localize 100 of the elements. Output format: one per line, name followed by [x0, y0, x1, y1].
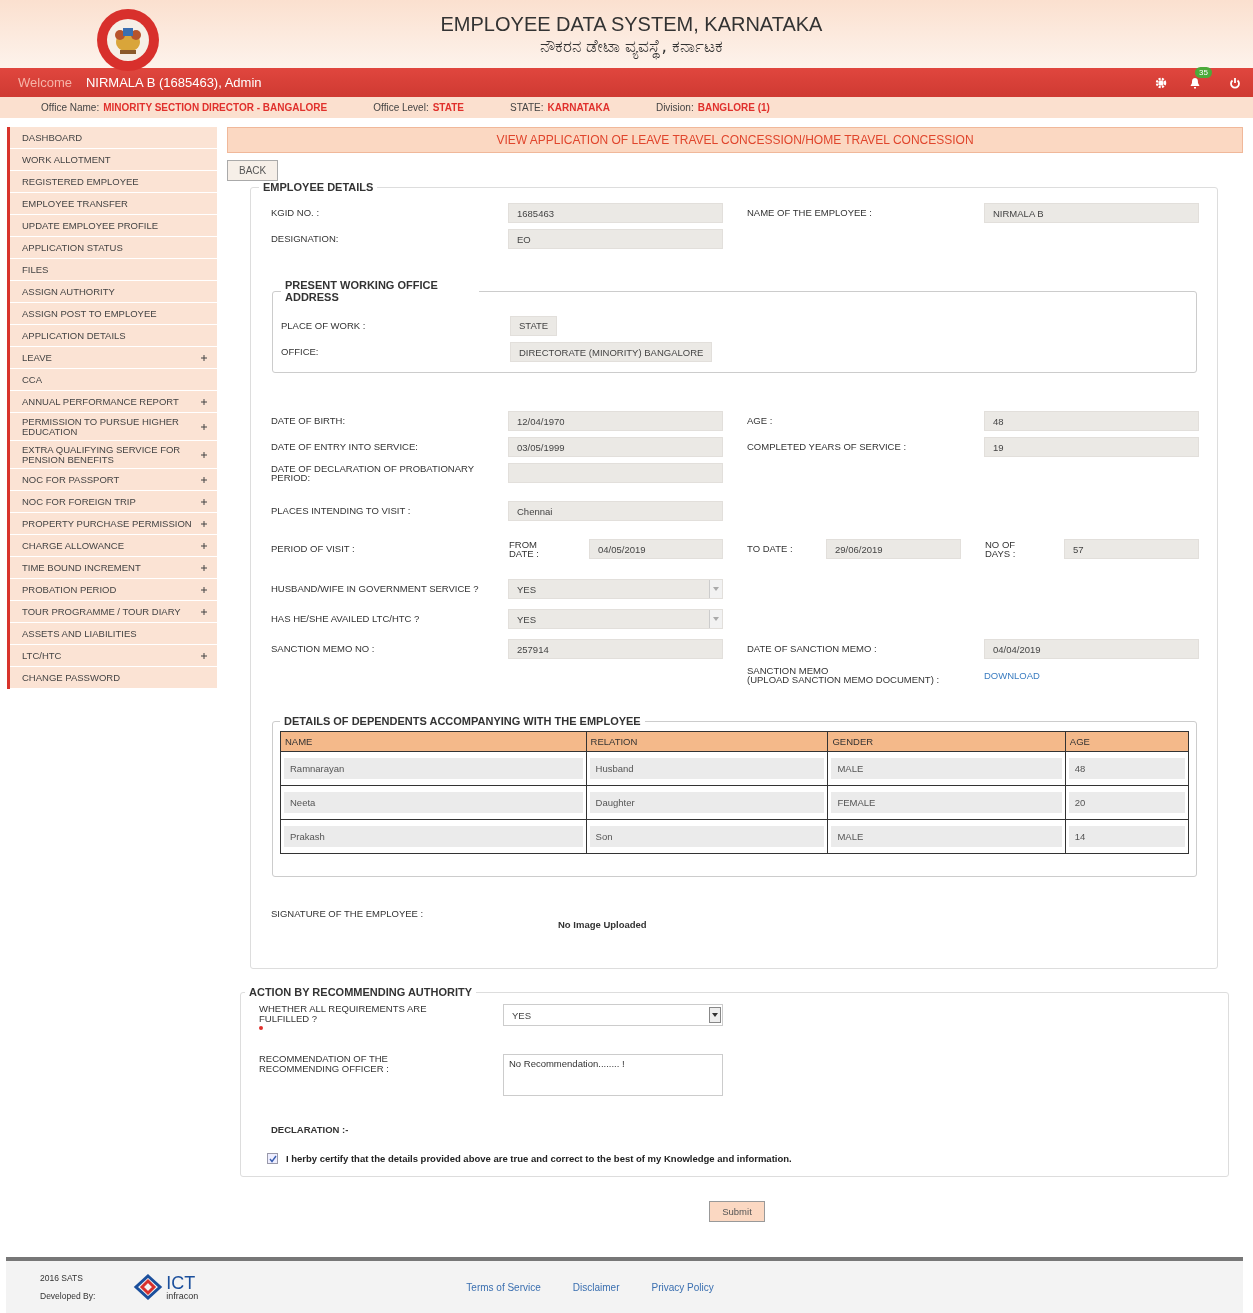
sidebar-item[interactable]: CHARGE ALLOWANCE: [10, 535, 217, 557]
footer-link[interactable]: Disclaimer: [572, 1281, 620, 1293]
sidebar-item[interactable]: DASHBOARD: [10, 127, 217, 149]
text-field[interactable]: Chennai: [508, 501, 723, 521]
footer-link[interactable]: Terms of Service: [466, 1281, 541, 1293]
table-cell-field[interactable]: FEMALE: [831, 792, 1062, 813]
sidebar-item[interactable]: WORK ALLOTMENT: [10, 149, 217, 171]
section-title: EMPLOYEE DETAILS: [262, 181, 375, 193]
table-cell-field[interactable]: Neeta: [284, 792, 583, 813]
caret-icon: [713, 617, 719, 621]
sidebar-item[interactable]: PROBATION PERIOD: [10, 579, 217, 601]
sidebar-item[interactable]: NOC FOR FOREIGN TRIP: [10, 491, 217, 513]
download-link[interactable]: DOWNLOAD: [984, 670, 1040, 681]
text-field[interactable]: 48: [984, 411, 1199, 431]
site-title: EMPLOYEE DATA SYSTEM, KARNATAKA: [439, 12, 824, 36]
text-field[interactable]: STATE: [510, 315, 558, 336]
sidebar-item[interactable]: EXTRA QUALIFYING SERVICE FOR PENSION BENEFITS: [10, 441, 217, 469]
office-info-value: BANGLORE (1): [697, 102, 770, 113]
table-cell-field[interactable]: 48: [1068, 758, 1185, 779]
field-label: DATE OF SANCTION MEMO :: [747, 644, 878, 654]
field-label: HUSBAND/WIFE IN GOVERNMENT SERVICE ?: [271, 584, 480, 594]
table-cell-field[interactable]: MALE: [831, 758, 1062, 779]
dropdown-field[interactable]: YES: [503, 1004, 723, 1026]
developer-label: Developed By:: [40, 1291, 96, 1301]
plus-icon: [201, 652, 207, 659]
recommendation-textarea[interactable]: No Recommendation........ !: [503, 1054, 723, 1096]
table-cell-field[interactable]: Daughter: [589, 792, 825, 813]
sidebar-item[interactable]: CCA: [10, 369, 217, 391]
section-title: ACTION BY RECOMMENDING AUTHORITY: [248, 986, 474, 998]
text-field[interactable]: 03/05/1999: [508, 437, 723, 457]
sidebar-item[interactable]: PERMISSION TO PURSUE HIGHER EDUCATION: [10, 413, 217, 441]
greeting-text: Welcome: [18, 75, 72, 90]
text-field[interactable]: 57: [1064, 539, 1199, 559]
sidebar-item[interactable]: EMPLOYEE TRANSFER: [10, 193, 217, 215]
sidebar-item[interactable]: ASSETS AND LIABILITIES: [10, 623, 217, 645]
footer-link[interactable]: Privacy Policy: [651, 1281, 714, 1293]
text-field[interactable]: 04/05/2019: [589, 539, 723, 559]
power-icon[interactable]: [1229, 76, 1241, 89]
field-label: AGE :: [747, 416, 774, 426]
sidebar-item[interactable]: APPLICATION STATUS: [10, 237, 217, 259]
plus-icon: [201, 520, 207, 527]
text-field[interactable]: 257914: [508, 639, 723, 659]
table-cell-field[interactable]: Son: [589, 826, 825, 847]
bell-icon[interactable]: [1189, 76, 1201, 89]
copyright-text: 2016 SATS: [40, 1273, 84, 1283]
plus-icon: [201, 498, 207, 505]
text-field[interactable]: 12/04/1970: [508, 411, 723, 431]
sidebar-item[interactable]: TOUR PROGRAMME / TOUR DIARY: [10, 601, 217, 623]
dropdown-field[interactable]: YES: [508, 609, 723, 629]
sidebar-item[interactable]: LEAVE: [10, 347, 217, 369]
text-field[interactable]: [508, 463, 723, 483]
text-field[interactable]: 19: [984, 437, 1199, 457]
plus-icon: [201, 476, 207, 483]
dropdown-field[interactable]: YES: [508, 579, 723, 599]
logo-title: ICT: [166, 1273, 196, 1292]
field-label: KGID NO. :: [271, 208, 321, 218]
table-cell-field[interactable]: Prakash: [284, 826, 583, 847]
sidebar-item[interactable]: TIME BOUND INCREMENT: [10, 557, 217, 579]
sidebar-item[interactable]: NOC FOR PASSPORT: [10, 469, 217, 491]
text-field[interactable]: 1685463: [508, 203, 723, 223]
column-header: NAME: [280, 731, 587, 752]
office-info-value: STATE: [432, 102, 464, 113]
emblem-logo: [96, 8, 160, 72]
plus-icon: [201, 608, 207, 615]
table-cell-field[interactable]: 20: [1068, 792, 1185, 813]
text-field[interactable]: DIRECTORATE (MINORITY) BANGALORE: [510, 342, 713, 362]
table-cell-field[interactable]: MALE: [831, 826, 1062, 847]
sidebar-item[interactable]: ANNUAL PERFORMANCE REPORT: [10, 391, 217, 413]
no-image-text: No Image Uploaded: [558, 919, 648, 930]
sidebar-item[interactable]: UPDATE EMPLOYEE PROFILE: [10, 215, 217, 237]
table-cell-field[interactable]: Ramnarayan: [284, 758, 583, 779]
field-label: PLACE OF WORK :: [281, 320, 367, 330]
sidebar-item[interactable]: ASSIGN AUTHORITY: [10, 281, 217, 303]
table-cell-field[interactable]: 14: [1068, 826, 1185, 847]
submit-button[interactable]: Submit: [709, 1201, 765, 1222]
field-label: PERIOD OF VISIT :: [271, 544, 356, 554]
sidebar-item[interactable]: PROPERTY PURCHASE PERMISSION: [10, 513, 217, 535]
settings-icon[interactable]: [1155, 76, 1167, 89]
text-field[interactable]: NIRMALA B: [984, 203, 1199, 223]
field-label: FROM DATE :: [509, 539, 540, 559]
caret-icon: [713, 587, 719, 591]
sidebar-item[interactable]: APPLICATION DETAILS: [10, 325, 217, 347]
text-field[interactable]: EO: [508, 229, 723, 249]
checkbox[interactable]: [267, 1153, 278, 1164]
declaration-text: I herby certify that the details provided above are true and correct to the best of my Knowledge and information.: [286, 1153, 792, 1164]
sidebar-item[interactable]: CHANGE PASSWORD: [10, 667, 217, 689]
sidebar-item[interactable]: LTC/HTC: [10, 645, 217, 667]
text-field[interactable]: 04/04/2019: [984, 639, 1199, 659]
sidebar-item[interactable]: REGISTERED EMPLOYEE: [10, 171, 217, 193]
office-info-label: Office Name:: [41, 102, 100, 113]
back-button[interactable]: BACK: [227, 160, 279, 181]
text-field[interactable]: 29/06/2019: [826, 539, 961, 559]
plus-icon: [201, 398, 207, 405]
table-cell-field[interactable]: Husband: [589, 758, 825, 779]
sidebar-item[interactable]: FILES: [10, 259, 217, 281]
logo-icon: [133, 1274, 164, 1300]
office-info-label: Office Level:: [373, 102, 429, 113]
field-label: TO DATE :: [747, 544, 794, 554]
sidebar-item[interactable]: ASSIGN POST TO EMPLOYEE: [10, 303, 217, 325]
section-title: DETAILS OF DEPENDENTS ACCOMPANYING WITH THE EMPLOYEE: [283, 715, 642, 727]
